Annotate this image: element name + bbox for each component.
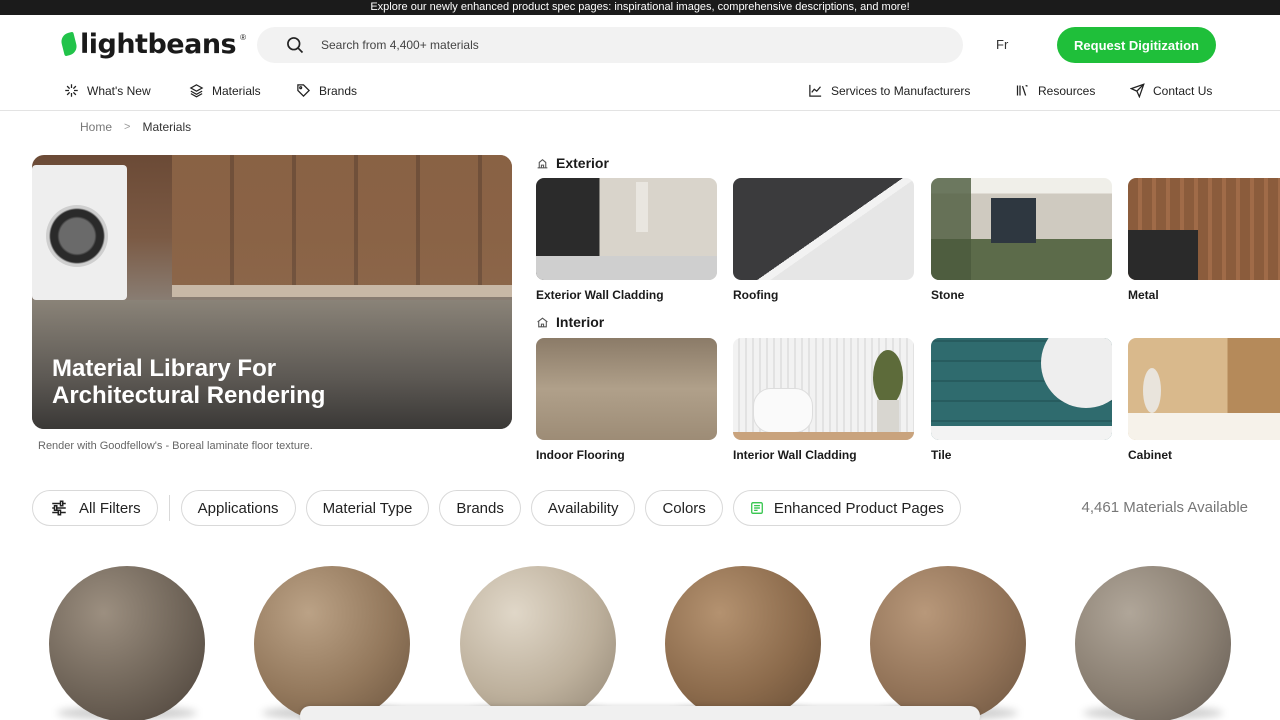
exterior-icon xyxy=(537,158,548,168)
hero-title-line1: Material Library For xyxy=(52,355,277,382)
request-digitization-button[interactable]: Request Digitization xyxy=(1057,27,1216,63)
category-label: Indoor Flooring xyxy=(536,448,625,462)
filter-enhanced-product-pages[interactable]: Enhanced Product Pages xyxy=(732,490,961,526)
category-label: Exterior Wall Cladding xyxy=(536,288,664,302)
category-metal[interactable]: Metal xyxy=(1128,178,1280,302)
category-cabinet[interactable]: Cabinet xyxy=(1128,338,1280,462)
breadcrumb-home[interactable]: Home xyxy=(80,120,112,134)
category-image xyxy=(1128,178,1280,280)
nav-whats-new[interactable]: What's New xyxy=(64,83,151,98)
category-exterior-wall-cladding[interactable]: Exterior Wall Cladding xyxy=(536,178,717,302)
category-label: Metal xyxy=(1128,288,1159,302)
exterior-heading-label: Exterior xyxy=(556,155,609,171)
category-roofing[interactable]: Roofing xyxy=(733,178,914,302)
floating-bottom-bar[interactable] xyxy=(300,706,980,720)
exterior-heading: Exterior xyxy=(536,155,609,171)
lightbeans-logo[interactable]: lightbeans ® xyxy=(59,28,247,60)
announcement-bar: Explore our newly enhanced product spec … xyxy=(0,0,1280,15)
material-sphere[interactable] xyxy=(870,566,1026,720)
registered-mark: ® xyxy=(240,33,247,42)
all-filters-button[interactable]: All Filters xyxy=(32,490,158,526)
filter-bar: All Filters Applications Material Type B… xyxy=(32,490,961,526)
nav-materials[interactable]: Materials xyxy=(189,83,261,98)
filter-material-type[interactable]: Material Type xyxy=(305,490,430,526)
sparkle-icon xyxy=(65,84,78,97)
material-sphere[interactable] xyxy=(460,566,616,720)
filter-brands[interactable]: Brands xyxy=(439,490,521,526)
category-image xyxy=(536,338,717,440)
category-image xyxy=(536,178,717,280)
all-filters-label: All Filters xyxy=(79,499,141,517)
sliders-icon xyxy=(52,500,66,516)
nav-label: What's New xyxy=(87,83,151,98)
category-label: Roofing xyxy=(733,288,779,302)
hero-countertop xyxy=(172,285,512,297)
logo-wordmark: lightbeans xyxy=(80,28,237,60)
category-label: Stone xyxy=(931,288,965,302)
nav-label: Brands xyxy=(319,83,358,98)
main-nav: What's New Materials Brands Services to … xyxy=(0,74,1280,111)
breadcrumb-current: Materials xyxy=(142,120,192,134)
interior-heading-label: Interior xyxy=(556,314,605,330)
search-input[interactable] xyxy=(321,38,921,52)
material-sphere[interactable] xyxy=(665,566,821,720)
category-indoor-flooring[interactable]: Indoor Flooring xyxy=(536,338,717,462)
filter-colors[interactable]: Colors xyxy=(645,490,723,526)
nav-label: Contact Us xyxy=(1153,83,1213,98)
hero-caption: Render with Goodfellow's - Boreal lamina… xyxy=(38,440,313,452)
material-sphere[interactable] xyxy=(49,566,205,720)
search-bar[interactable] xyxy=(257,27,963,63)
nav-brands[interactable]: Brands xyxy=(296,83,357,98)
nav-label: Materials xyxy=(212,83,261,98)
layers-icon xyxy=(189,84,204,98)
material-sphere[interactable] xyxy=(254,566,410,720)
category-image xyxy=(1128,338,1280,440)
send-icon xyxy=(1130,83,1145,98)
filter-applications[interactable]: Applications xyxy=(180,490,296,526)
hero-cabinets xyxy=(172,155,512,295)
category-image xyxy=(931,178,1112,280)
category-label: Cabinet xyxy=(1128,448,1173,462)
nav-label: Services to Manufacturers xyxy=(831,83,971,98)
enhanced-label: Enhanced Product Pages xyxy=(773,499,944,517)
books-icon xyxy=(1016,84,1028,96)
document-icon xyxy=(750,502,763,514)
hero-title-line2: Architectural Rendering xyxy=(52,382,326,409)
category-tile[interactable]: Tile xyxy=(931,338,1112,462)
nav-resources[interactable]: Resources xyxy=(1015,83,1095,98)
search-icon xyxy=(287,37,304,54)
category-label: Interior Wall Cladding xyxy=(733,448,857,462)
home-icon xyxy=(537,316,548,327)
materials-count: 4,461 Materials Available xyxy=(1081,499,1249,516)
chart-icon xyxy=(809,84,822,97)
chevron-right-icon: > xyxy=(124,121,131,133)
category-stone[interactable]: Stone xyxy=(931,178,1112,302)
nav-services[interactable]: Services to Manufacturers xyxy=(808,83,970,98)
nav-contact[interactable]: Contact Us xyxy=(1130,83,1212,98)
filter-divider xyxy=(168,495,170,521)
announcement-text: Explore our newly enhanced product spec … xyxy=(370,1,910,13)
filter-availability[interactable]: Availability xyxy=(530,490,636,526)
category-interior-wall-cladding[interactable]: Interior Wall Cladding xyxy=(733,338,914,462)
nav-label: Resources xyxy=(1038,83,1096,98)
category-image xyxy=(733,338,914,440)
hero-banner: Material Library For Architectural Rende… xyxy=(32,155,512,429)
category-label: Tile xyxy=(931,448,952,462)
breadcrumb: Home > Materials xyxy=(80,120,191,134)
interior-heading: Interior xyxy=(536,314,604,330)
hero-washer xyxy=(32,165,127,300)
language-switch[interactable]: Fr xyxy=(996,37,1008,52)
tag-icon xyxy=(297,84,311,98)
category-image xyxy=(931,338,1112,440)
hero-title: Material Library For Architectural Rende… xyxy=(52,355,452,409)
category-image xyxy=(733,178,914,280)
leaf-icon xyxy=(59,31,79,57)
material-sphere[interactable] xyxy=(1075,566,1231,720)
